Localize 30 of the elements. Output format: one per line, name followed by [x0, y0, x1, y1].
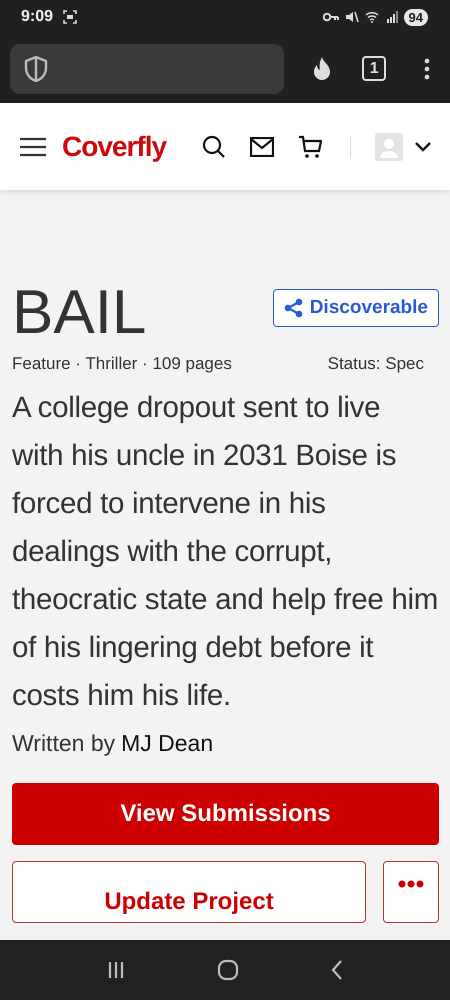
written-by-label: Written by — [12, 730, 116, 757]
screenshot-icon — [63, 10, 78, 24]
more-button[interactable] — [383, 861, 439, 923]
signal-icon — [386, 11, 398, 23]
home-icon[interactable] — [216, 959, 239, 981]
search-icon[interactable] — [202, 134, 226, 158]
battery-level: 94 — [404, 8, 428, 26]
share-icon — [284, 298, 304, 318]
mail-icon[interactable] — [250, 136, 274, 156]
chevron-down-icon[interactable] — [415, 142, 432, 152]
project-status: Status: Spec — [328, 354, 424, 374]
view-submissions-button[interactable]: View Submissions — [12, 783, 439, 845]
cart-icon[interactable] — [298, 134, 322, 158]
status-time: 9:09 — [21, 8, 54, 26]
author-link[interactable]: MJ Dean — [121, 730, 214, 757]
project-meta: Feature · Thriller · 109 pages — [12, 354, 232, 374]
project-title: BAIL — [12, 278, 146, 348]
key-icon — [322, 12, 339, 22]
more-icon[interactable] — [424, 58, 430, 80]
coverfly-logo[interactable]: Coverfly — [62, 130, 166, 162]
shield-icon — [23, 54, 49, 82]
mute-icon — [344, 11, 359, 23]
logline: A college dropout sent to live with his uncle in 2031 Boise is forced to intervene in his dealings with the corrupt, theocratic state and help free him of his lingering debt before it costs him his life. — [12, 390, 439, 714]
back-icon[interactable] — [330, 959, 344, 981]
dots-icon — [397, 880, 425, 888]
update-project-button[interactable]: Update Project — [12, 861, 366, 923]
discoverable-button[interactable]: Discoverable — [272, 289, 439, 327]
tab-count[interactable]: 1 — [362, 56, 386, 81]
wifi-icon — [364, 11, 380, 23]
menu-icon[interactable] — [20, 136, 46, 156]
